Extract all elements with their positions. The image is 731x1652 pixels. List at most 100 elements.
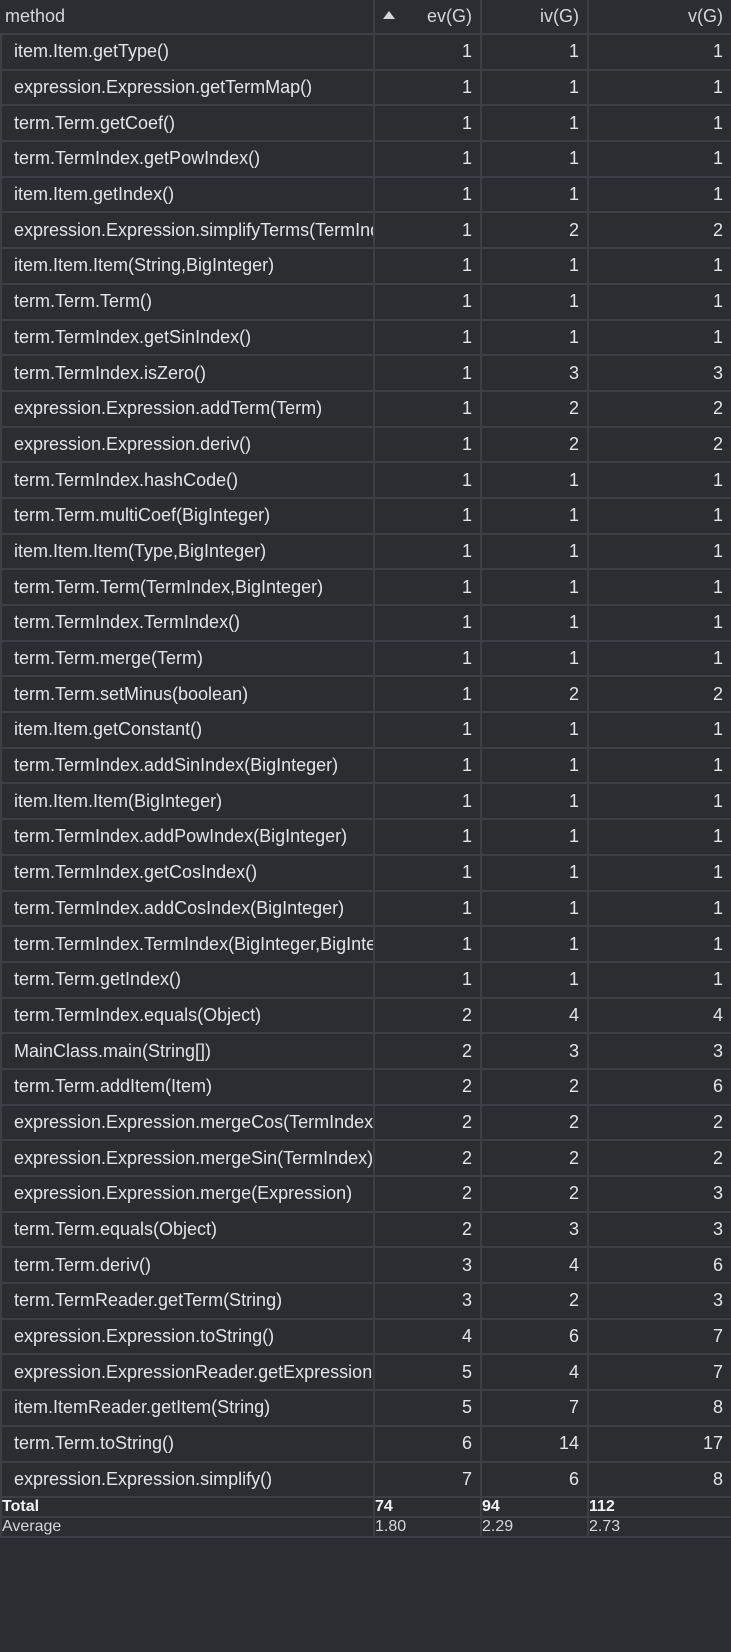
iv-value: 2 — [480, 1282, 589, 1320]
table-row[interactable]: item.Item.getConstant() 1 1 1 — [0, 711, 731, 749]
iv-value: 1 — [480, 318, 589, 357]
column-header-ev-label: ev(G) — [427, 6, 472, 26]
v-value: 1 — [587, 461, 731, 499]
method-name: term.Term.getCoef() — [0, 104, 375, 143]
iv-value: 1 — [480, 853, 589, 892]
table-row[interactable]: expression.Expression.merge(Expression) 2… — [0, 1175, 731, 1213]
v-value: 17 — [587, 1424, 731, 1463]
v-value: 3 — [587, 354, 731, 392]
method-name: term.TermIndex.addSinIndex(BigInteger) — [0, 746, 375, 785]
table-row[interactable]: expression.Expression.deriv() 1 2 2 — [0, 425, 731, 464]
table-row[interactable]: expression.Expression.getTermMap() 1 1 1 — [0, 68, 731, 107]
method-name: term.Term.setMinus(boolean) — [0, 675, 375, 714]
iv-value: 1 — [480, 282, 589, 321]
table-row[interactable]: term.TermIndex.hashCode() 1 1 1 — [0, 461, 731, 499]
table-row[interactable]: term.TermIndex.TermIndex() 1 1 1 — [0, 604, 731, 642]
table-row[interactable]: item.Item.getType() 1 1 1 — [0, 33, 731, 71]
table-row[interactable]: term.Term.Term() 1 1 1 — [0, 282, 731, 321]
iv-value: 1 — [480, 496, 589, 535]
table-row[interactable]: term.TermIndex.addSinIndex(BigInteger) 1 1… — [0, 746, 731, 785]
table-row[interactable]: expression.Expression.simplify() 7 6 8 — [0, 1460, 731, 1499]
table-row[interactable]: expression.Expression.mergeCos(TermIndex… — [0, 1103, 731, 1142]
table-row[interactable]: term.TermReader.getTerm(String) 3 2 3 — [0, 1282, 731, 1320]
ev-value: 7 — [373, 1460, 482, 1499]
v-value: 7 — [587, 1317, 731, 1356]
table-row[interactable]: term.TermIndex.getCosIndex() 1 1 1 — [0, 853, 731, 892]
iv-value: 1 — [480, 889, 589, 928]
table-row[interactable]: term.Term.deriv() 3 4 6 — [0, 1246, 731, 1285]
table-row[interactable]: term.TermIndex.isZero() 1 3 3 — [0, 354, 731, 392]
v-value: 1 — [587, 532, 731, 571]
iv-value: 1 — [480, 247, 589, 285]
table-row[interactable]: term.Term.merge(Term) 1 1 1 — [0, 639, 731, 678]
table-header-row: method ev(G) iv(G) v(G) — [1, 0, 731, 35]
iv-value: 6 — [480, 1460, 589, 1499]
v-value: 1 — [587, 140, 731, 178]
table-row[interactable]: term.TermIndex.getPowIndex() 1 1 1 — [0, 140, 731, 178]
method-name: item.Item.getIndex() — [0, 175, 375, 214]
v-value: 7 — [587, 1353, 731, 1392]
v-value: 1 — [587, 33, 731, 71]
table-row[interactable]: expression.Expression.simplifyTerms(Term… — [0, 211, 731, 250]
table-row[interactable]: expression.Expression.toString() 4 6 7 — [0, 1317, 731, 1356]
table-row[interactable]: item.ItemReader.getItem(String) 5 7 8 — [0, 1389, 731, 1427]
table-row[interactable]: term.TermIndex.equals(Object) 2 4 4 — [0, 996, 731, 1035]
table-row[interactable]: expression.ExpressionReader.getExpressio… — [0, 1353, 731, 1392]
ev-value: 1 — [373, 140, 482, 178]
iv-value: 2 — [480, 1103, 589, 1142]
ev-value: 5 — [373, 1353, 482, 1392]
table-row[interactable]: term.TermIndex.addCosIndex(BigInteger) 1 1… — [0, 889, 731, 928]
iv-value: 1 — [480, 104, 589, 143]
table-row[interactable]: term.Term.equals(Object) 2 3 3 — [0, 1210, 731, 1249]
iv-value: 2 — [480, 1175, 589, 1213]
method-name: item.Item.Item(BigInteger) — [0, 782, 375, 821]
ev-value: 1 — [373, 960, 482, 999]
table-row[interactable]: term.Term.setMinus(boolean) 1 2 2 — [0, 675, 731, 714]
table-row[interactable]: item.Item.getIndex() 1 1 1 — [0, 175, 731, 214]
ev-value: 5 — [373, 1389, 482, 1427]
table-row[interactable]: term.Term.getIndex() 1 1 1 — [0, 960, 731, 999]
iv-value: 3 — [480, 354, 589, 392]
iv-value: 2 — [480, 389, 589, 428]
v-value: 2 — [587, 1139, 731, 1177]
table-row[interactable]: term.TermIndex.getSinIndex() 1 1 1 — [0, 318, 731, 357]
column-header-v[interactable]: v(G) — [587, 0, 731, 35]
average-ev: 1.80 — [373, 1516, 482, 1539]
table-row[interactable]: term.Term.Term(TermIndex,BigInteger) 1 1 1 — [0, 568, 731, 606]
table-row[interactable]: item.Item.Item(BigInteger) 1 1 1 — [0, 782, 731, 821]
method-name: item.Item.Item(String,BigInteger) — [0, 247, 375, 285]
iv-value: 1 — [480, 604, 589, 642]
v-value: 8 — [587, 1460, 731, 1499]
table-row[interactable]: MainClass.main(String[]) 2 3 3 — [0, 1032, 731, 1070]
iv-value: 1 — [480, 711, 589, 749]
ev-value: 1 — [373, 461, 482, 499]
table-row[interactable]: term.TermIndex.addPowIndex(BigInteger) 1 1… — [0, 818, 731, 856]
method-name: term.TermIndex.hashCode() — [0, 461, 375, 499]
v-value: 3 — [587, 1175, 731, 1213]
v-value: 1 — [587, 853, 731, 892]
table-row[interactable]: term.Term.getCoef() 1 1 1 — [0, 104, 731, 143]
table-row[interactable]: term.TermIndex.TermIndex(BigInteger,BigI… — [0, 925, 731, 963]
ev-value: 1 — [373, 818, 482, 856]
v-value: 1 — [587, 925, 731, 963]
column-header-iv[interactable]: iv(G) — [480, 0, 589, 35]
v-value: 6 — [587, 1067, 731, 1106]
table-row[interactable]: item.Item.Item(Type,BigInteger) 1 1 1 — [0, 532, 731, 571]
iv-value: 1 — [480, 140, 589, 178]
table-row[interactable]: term.Term.addItem(Item) 2 2 6 — [0, 1067, 731, 1106]
ev-value: 1 — [373, 354, 482, 392]
table-row[interactable]: term.Term.toString() 6 14 17 — [0, 1424, 731, 1463]
table-row[interactable]: item.Item.Item(String,BigInteger) 1 1 1 — [0, 247, 731, 285]
method-name: term.TermReader.getTerm(String) — [0, 1282, 375, 1320]
iv-value: 1 — [480, 68, 589, 107]
average-row: Average 1.80 2.29 2.73 — [0, 1516, 731, 1539]
iv-value: 4 — [480, 1246, 589, 1285]
v-value: 1 — [587, 175, 731, 214]
table-row[interactable]: expression.Expression.mergeSin(TermIndex… — [0, 1139, 731, 1177]
method-name: term.TermIndex.getCosIndex() — [0, 853, 375, 892]
column-header-method[interactable]: method — [1, 0, 375, 35]
column-header-ev[interactable]: ev(G) — [373, 0, 482, 35]
table-row[interactable]: term.Term.multiCoef(BigInteger) 1 1 1 — [0, 496, 731, 535]
ev-value: 6 — [373, 1424, 482, 1463]
table-row[interactable]: expression.Expression.addTerm(Term) 1 2 2 — [0, 389, 731, 428]
